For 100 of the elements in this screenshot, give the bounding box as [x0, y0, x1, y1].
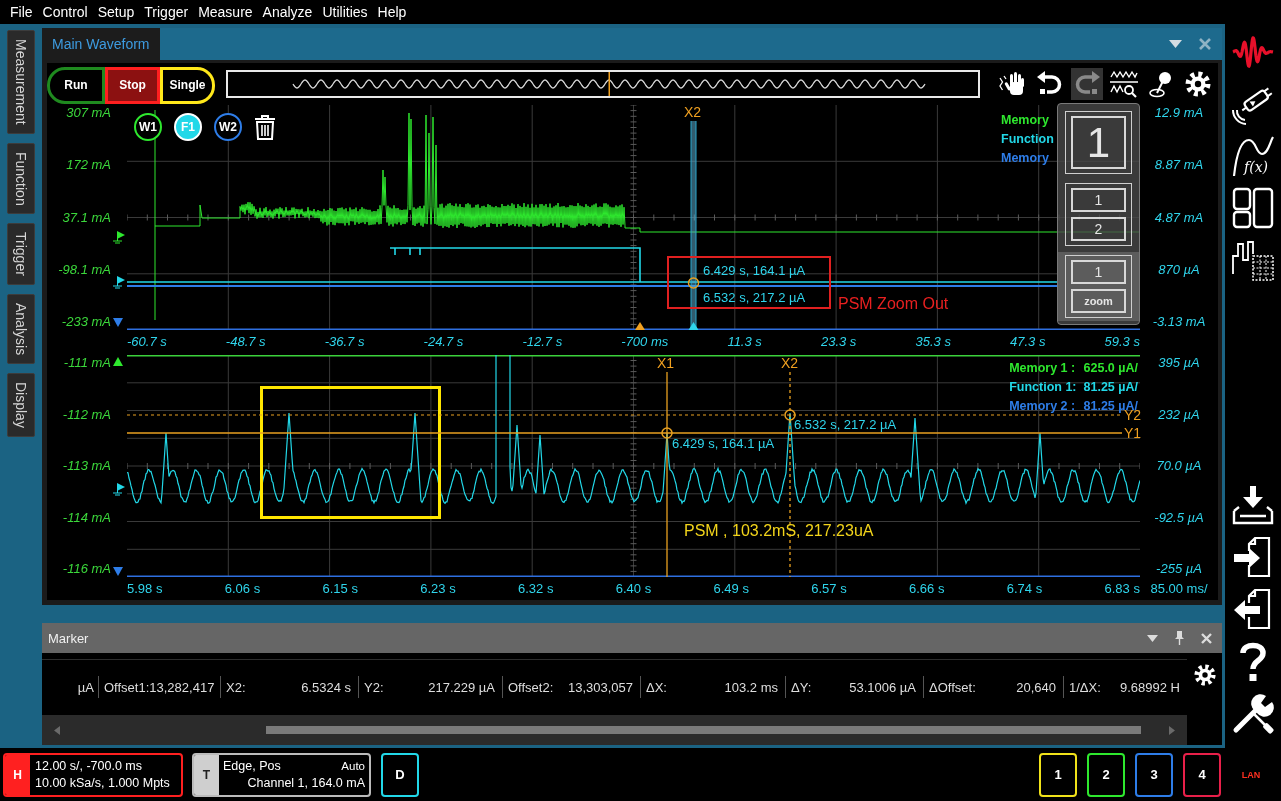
field-label: Offset1:	[104, 679, 150, 695]
menu-item[interactable]: File	[5, 2, 38, 22]
axis-label: 6.23 s	[420, 581, 456, 596]
cursor-label: Y1	[1124, 426, 1142, 441]
channel-button[interactable]: 1	[1039, 752, 1077, 797]
axis-label: 23.3 s	[820, 333, 857, 349]
annotation-text: PSM , 103.2mS, 217.23uA	[684, 522, 874, 540]
overview-strip[interactable]	[226, 70, 980, 98]
axis-label: 6.15 s	[322, 581, 358, 596]
field-label: ΔX:	[646, 679, 667, 695]
download-tray-icon[interactable]	[1231, 483, 1275, 527]
side-tab[interactable]: Trigger	[7, 223, 35, 286]
cursor-line[interactable]	[127, 414, 1123, 416]
down-arrow-icon[interactable]	[113, 318, 123, 327]
trigger-type: Edge, Pos	[223, 759, 281, 773]
menu-item[interactable]: Control	[37, 2, 93, 22]
axis-label: -60.7 s	[127, 333, 167, 349]
horizontal-tag: H	[5, 754, 30, 795]
menu-item[interactable]: Measure	[193, 2, 258, 22]
trace-button[interactable]: W2	[214, 113, 242, 141]
layout-option[interactable]: 1 zoom	[1058, 252, 1139, 321]
offset-marker-icon[interactable]	[113, 276, 125, 290]
scrollbar-track[interactable]	[42, 715, 1187, 745]
layout-pane: 1	[1071, 116, 1126, 169]
axis-label: -113 mA	[62, 458, 111, 474]
cursor-line[interactable]	[690, 120, 697, 330]
scroll-left-icon[interactable]	[54, 725, 60, 735]
field-label: Offset2:	[508, 679, 554, 695]
waveform-magnifier-icon	[1109, 70, 1139, 98]
up-arrow-icon[interactable]	[113, 357, 123, 366]
acquisition-button[interactable]: Single	[160, 66, 215, 104]
axis-label: 47.3 s	[1010, 333, 1046, 349]
dropdown-icon[interactable]	[1169, 40, 1182, 48]
legend-label: Function	[1001, 131, 1054, 148]
down-arrow-icon[interactable]	[113, 567, 123, 576]
timebase-label: 85.00 ms/	[1150, 581, 1208, 596]
axis-label: -3.13 mA	[1152, 314, 1206, 330]
zoom-button[interactable]	[1108, 68, 1140, 100]
window-tab[interactable]: Main Waveform	[42, 28, 160, 60]
trace-button[interactable]: W1	[134, 113, 162, 141]
axis-label: -98.1 mA	[58, 261, 111, 278]
side-tab[interactable]: Display	[7, 373, 35, 438]
field-value: 13,282,417	[149, 679, 215, 695]
digital-button[interactable]: D	[381, 752, 419, 797]
annotation-text: PSM Zoom Out	[838, 295, 949, 313]
cursor-label: X1	[657, 356, 675, 371]
layout-icon[interactable]	[1231, 186, 1275, 230]
acquisition-button[interactable]: Run	[47, 66, 105, 104]
timebase-panel[interactable]: H 12.00 s/, -700.0 ms 10.00 kSa/s, 1.000 Mpts	[3, 752, 183, 797]
timebase-setting: 12.00 s/, -700.0 ms	[35, 759, 143, 773]
dropdown-icon[interactable]	[1147, 634, 1158, 642]
close-icon[interactable]	[1199, 38, 1211, 50]
menu-item[interactable]: Utilities	[317, 2, 373, 22]
channel-button[interactable]: 4	[1183, 752, 1221, 797]
axis-label: -24.7 s	[423, 333, 464, 349]
field-value: 103.2 ms	[724, 679, 778, 695]
trigger-panel[interactable]: T Edge, Pos Auto Channel 1, 164.0 mA	[192, 752, 371, 797]
field-label: Y2:	[364, 679, 384, 695]
axis-label: -112 mA	[62, 406, 111, 423]
pin-icon[interactable]	[1175, 631, 1184, 645]
cursor-line[interactable]	[789, 371, 791, 577]
close-icon[interactable]	[1201, 632, 1212, 644]
cursor-marker-icon[interactable]	[687, 277, 700, 289]
channel-button[interactable]: 3	[1135, 752, 1173, 797]
histogram-table-icon[interactable]	[1231, 238, 1275, 282]
axis-label: -116 mA	[62, 561, 111, 577]
acquisition-button[interactable]: Stop	[105, 66, 160, 104]
cursor-marker-icon[interactable]	[784, 409, 796, 421]
channel-button[interactable]: 2	[1087, 752, 1125, 797]
legend-scale: 81.25 µA/	[1083, 379, 1138, 396]
trigger-position-icon[interactable]	[635, 322, 645, 330]
field-value: µA	[77, 679, 94, 695]
offset-marker-icon[interactable]	[113, 483, 125, 497]
side-tab[interactable]: Measurement	[7, 30, 35, 134]
trash-icon[interactable]	[254, 114, 276, 140]
joystick-icon	[1148, 70, 1174, 98]
menu-item[interactable]: Trigger	[139, 2, 194, 22]
axis-label: 6.83 s	[1104, 581, 1140, 596]
settings-icon[interactable]	[1193, 664, 1216, 686]
scrollbar-thumb[interactable]	[266, 726, 1141, 734]
menu-item[interactable]: Setup	[92, 2, 140, 22]
tools-icon[interactable]	[1231, 691, 1275, 735]
cursor-readout: 6.532 s, 217.2 µA	[703, 290, 806, 305]
cursor-marker-icon[interactable]	[661, 427, 673, 439]
cursor-readout: 6.429 s, 164.1 µA	[703, 263, 806, 278]
cursor-label: X2	[684, 105, 702, 120]
legend-label: Memory 1 :	[1009, 360, 1077, 377]
menu-item[interactable]: Help	[372, 2, 412, 22]
cursor-position-icon[interactable]	[688, 322, 699, 330]
position-marker[interactable]	[608, 72, 610, 96]
cursor-readout: 6.429 s, 164.1 µA	[672, 436, 775, 451]
scroll-right-icon[interactable]	[1169, 725, 1175, 735]
side-tab[interactable]: Function	[7, 142, 35, 215]
side-tab[interactable]: Analysis	[7, 294, 35, 365]
menu-item[interactable]: Analyze	[257, 2, 318, 22]
offset-marker-icon[interactable]	[113, 231, 125, 245]
layout-pane: 1	[1071, 260, 1126, 284]
field-value: 20,640	[1016, 679, 1056, 695]
panel-title: Marker	[48, 630, 89, 646]
trigger-mode: Auto	[341, 760, 365, 772]
